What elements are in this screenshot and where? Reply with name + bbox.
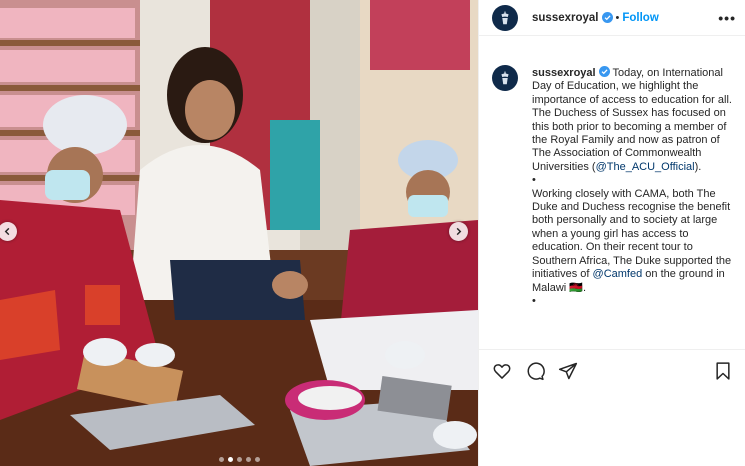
caption-text-part: ).: [694, 160, 702, 173]
caption-paragraph-2: Working closely with CAMA, both The Duke…: [532, 188, 732, 295]
post-side-panel: sussexroyal • Follow ••• sussexroyal Tod…: [478, 0, 745, 466]
share-button[interactable]: [557, 360, 579, 382]
photo-illustration: [0, 0, 478, 466]
save-button[interactable]: [712, 360, 734, 382]
instagram-post-modal: sussexroyal • Follow ••• sussexroyal Tod…: [0, 0, 745, 466]
follow-button[interactable]: Follow: [622, 12, 658, 24]
caption-divider: •: [532, 294, 536, 307]
crest-logo-icon: [501, 70, 509, 85]
caption-text-part: Today, on International Day of Education…: [532, 67, 732, 173]
post-header: sussexroyal • Follow •••: [479, 0, 745, 36]
carousel-dot: [245, 457, 251, 462]
caption-divider: •: [532, 174, 536, 187]
heart-icon: [493, 364, 511, 379]
chevron-right-icon: [456, 227, 462, 236]
post-actions: [479, 349, 745, 392]
crest-logo-icon: [501, 10, 509, 24]
caption-text-part: Working closely with CAMA, both The Duke…: [532, 187, 732, 281]
avatar[interactable]: [492, 4, 518, 31]
like-button[interactable]: [491, 360, 513, 382]
verified-badge-icon: [601, 12, 613, 23]
carousel-dot: [218, 457, 224, 462]
share-icon: [558, 362, 578, 380]
mention-link-acu[interactable]: @The_ACU_Official: [596, 161, 695, 173]
account-username[interactable]: sussexroyal: [532, 12, 599, 24]
post-photo[interactable]: [0, 0, 478, 466]
more-options-button[interactable]: •••: [718, 10, 736, 26]
caption-paragraph-1: sussexroyal Today, on International Day …: [532, 66, 732, 174]
carousel-dot: [227, 457, 233, 462]
caption-text: sussexroyal Today, on International Day …: [532, 66, 732, 308]
separator-dot: •: [615, 11, 620, 24]
bookmark-icon: [716, 362, 730, 380]
carousel-dot: [254, 457, 260, 462]
carousel-dot: [236, 457, 242, 462]
comment-button[interactable]: [524, 360, 546, 382]
carousel-next-button[interactable]: [449, 222, 468, 241]
verified-badge-icon: [598, 66, 610, 77]
carousel-indicator: [0, 457, 478, 462]
mention-link-camfed[interactable]: @Camfed: [593, 268, 643, 280]
comment-icon: [527, 362, 545, 381]
chevron-left-icon: [4, 227, 10, 236]
caption-username[interactable]: sussexroyal: [532, 67, 596, 79]
caption-avatar[interactable]: [492, 65, 518, 91]
post-caption: sussexroyal Today, on International Day …: [479, 36, 745, 308]
